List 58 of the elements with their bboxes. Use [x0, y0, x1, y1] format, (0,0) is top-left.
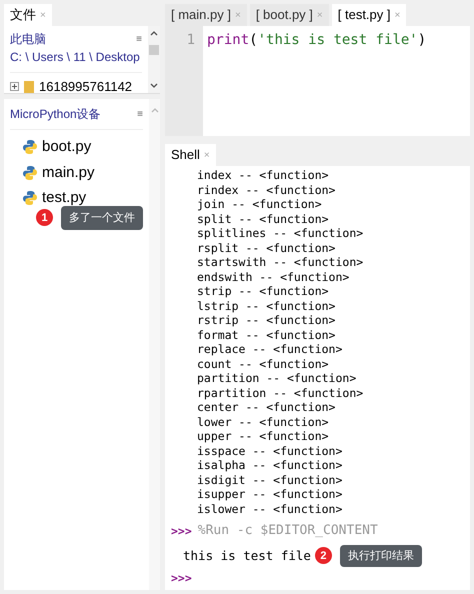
tree-item[interactable]: 1618995761142: [39, 77, 132, 93]
shell-prompt: >>>: [171, 524, 192, 538]
menu-icon[interactable]: ≡: [136, 32, 142, 46]
scroll-thumb[interactable]: [149, 44, 159, 54]
code-line: print('this is test file'): [207, 31, 426, 50]
output-line: splitlines -- <function>: [196, 226, 364, 240]
output-line: isupper -- <function>: [196, 487, 344, 502]
shell-prompt: >>>: [171, 571, 193, 586]
output-line: islower -- <function>: [196, 502, 344, 516]
folder-icon: [23, 80, 35, 93]
python-icon: [22, 190, 38, 206]
output-line: replace -- <function>: [196, 342, 344, 356]
output-line: startswith -- <function>: [196, 255, 364, 270]
tab[interactable]: 文件 ×: [4, 4, 52, 26]
path-text: C: \ Users \ 11 \ Desktop: [10, 49, 141, 66]
output-line: split -- <function>: [196, 212, 330, 226]
code-editor[interactable]: 1 print('this is test file'): [165, 26, 470, 136]
file-item[interactable]: boot.py: [42, 136, 92, 158]
panel-title: MicroPython设备: [10, 106, 101, 123]
python-icon: [22, 139, 38, 156]
output-line: lower -- <function>: [196, 414, 330, 429]
output-line: count -- <function>: [196, 356, 330, 371]
file-item[interactable]: main.py: [42, 162, 95, 184]
command-text: %Run -c $EDITOR_CONTENT: [198, 524, 378, 538]
tab[interactable]: [ boot.py ] ×: [250, 4, 329, 26]
shell-console[interactable]: [165, 166, 470, 590]
output-line: rstrip -- <function>: [196, 313, 336, 328]
output-line: isdigit -- <function>: [196, 472, 344, 487]
output-line: isspace -- <function>: [196, 444, 344, 458]
output-line: rindex -- <function>: [196, 182, 336, 197]
output-line: isalpha -- <function>: [196, 458, 344, 472]
scrollbar[interactable]: [149, 99, 160, 590]
expand-icon[interactable]: [10, 82, 19, 92]
output-line: partition -- <function>: [196, 371, 358, 386]
line-number: 1: [186, 31, 195, 50]
tab[interactable]: [ test.py ] ×: [332, 4, 406, 26]
output-line: this is test file: [183, 548, 311, 563]
output-line: endswith -- <function>: [196, 270, 350, 284]
tab[interactable]: Shell ×: [165, 144, 216, 166]
number-badge: 2: [314, 547, 332, 564]
output-line: index -- <function>: [196, 168, 330, 182]
menu-icon[interactable]: ≡: [137, 106, 143, 122]
annotation-tooltip: 多了一个文件: [61, 206, 143, 230]
output-line: rpartition -- <function>: [196, 386, 364, 400]
number-badge: 1: [36, 209, 53, 226]
output-line: lstrip -- <function>: [196, 298, 336, 313]
annotation-tooltip: 执行打印结果: [340, 544, 422, 567]
scroll-down-icon[interactable]: [150, 83, 158, 89]
panel-title: 此电脑: [10, 31, 46, 48]
output-line: upper -- <function>: [196, 429, 330, 444]
output-line: center -- <function>: [196, 400, 336, 414]
output-line: strip -- <function>: [196, 284, 330, 298]
scroll-up-icon[interactable]: [150, 30, 158, 36]
output-line: rsplit -- <function>: [196, 240, 336, 255]
tab[interactable]: [ main.py ] ×: [165, 4, 247, 26]
output-line: format -- <function>: [196, 328, 336, 342]
output-line: join -- <function>: [196, 197, 323, 212]
python-icon: [22, 164, 38, 181]
